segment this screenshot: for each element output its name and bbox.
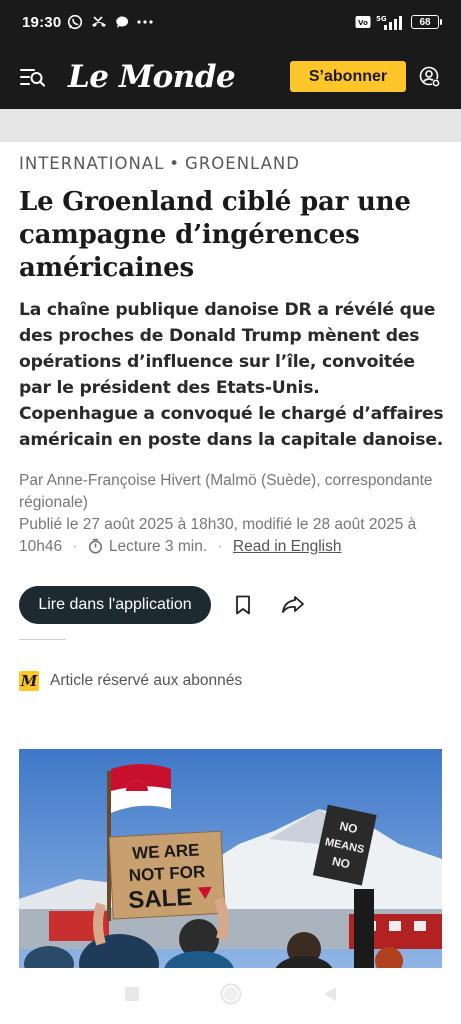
ad-placeholder-band: [0, 109, 461, 142]
divider: [19, 639, 66, 640]
home-icon[interactable]: [220, 983, 242, 1010]
chat-bubble-icon: [115, 15, 130, 30]
stopwatch-icon: [88, 538, 103, 561]
subscribe-button[interactable]: S’abonner: [290, 61, 406, 92]
article-meta: Par Anne-Françoise Hivert (Malmö (Suède)…: [19, 470, 444, 561]
meta-separator: ·: [72, 538, 78, 555]
bookmark-icon[interactable]: [235, 595, 251, 615]
battery-indicator: 68: [411, 15, 442, 29]
share-icon[interactable]: [281, 595, 305, 615]
article-kicker: INTERNATIONAL • GROENLAND: [19, 154, 444, 173]
svg-text:5G: 5G: [376, 15, 387, 23]
svg-text:NOT FOR: NOT FOR: [128, 862, 205, 885]
menu-search-icon[interactable]: [20, 66, 46, 88]
volte-icon: Vo: [355, 15, 371, 29]
status-bar: 19:30 Vo 5G 68: [0, 0, 461, 44]
article-title: Le Groenland ciblé par une campagne d’in…: [19, 187, 411, 283]
app-header: Le Monde S’abonner: [0, 44, 461, 109]
le-monde-logo[interactable]: Le Monde: [68, 59, 236, 95]
kicker-section[interactable]: INTERNATIONAL: [19, 154, 164, 173]
kicker-separator: •: [169, 154, 181, 173]
article-photo[interactable]: WE ARE NOT FOR SALE NO MEANS NO: [19, 749, 442, 968]
recent-apps-icon[interactable]: [124, 986, 140, 1007]
article-byline: Par Anne-Françoise Hivert (Malmö (Suède)…: [19, 472, 433, 511]
more-dots-icon: [137, 19, 153, 25]
svg-text:WE ARE: WE ARE: [132, 840, 200, 863]
svg-text:SALE: SALE: [128, 884, 193, 914]
article-actions: Lire dans l'application: [19, 586, 444, 624]
kicker-topic[interactable]: GROENLAND: [185, 154, 300, 173]
svg-text:Vo: Vo: [358, 19, 368, 27]
subscriber-notice: M Article réservé aux abonnés: [19, 671, 444, 691]
article-container: INTERNATIONAL • GROENLAND Le Groenland cib…: [19, 142, 444, 691]
reading-time: Lecture 3 min.: [108, 538, 208, 555]
subscriber-badge-icon: M: [19, 671, 39, 691]
system-navigation-bar: [0, 968, 461, 1024]
account-settings-icon[interactable]: [419, 66, 441, 88]
subscriber-notice-text: Article réservé aux abonnés: [50, 672, 243, 689]
read-in-english-link[interactable]: Read in English: [233, 538, 342, 555]
back-icon[interactable]: [322, 986, 338, 1007]
missed-call-icon: [90, 15, 108, 29]
meta-separator: ·: [217, 538, 223, 555]
open-in-app-button[interactable]: Lire dans l'application: [19, 586, 211, 624]
signal-5g-icon: 5G: [376, 14, 406, 30]
whatsapp-icon: [67, 14, 83, 30]
status-time: 19:30: [22, 13, 62, 31]
article-standfirst: La chaîne publique danoise DR a révélé q…: [19, 300, 444, 450]
